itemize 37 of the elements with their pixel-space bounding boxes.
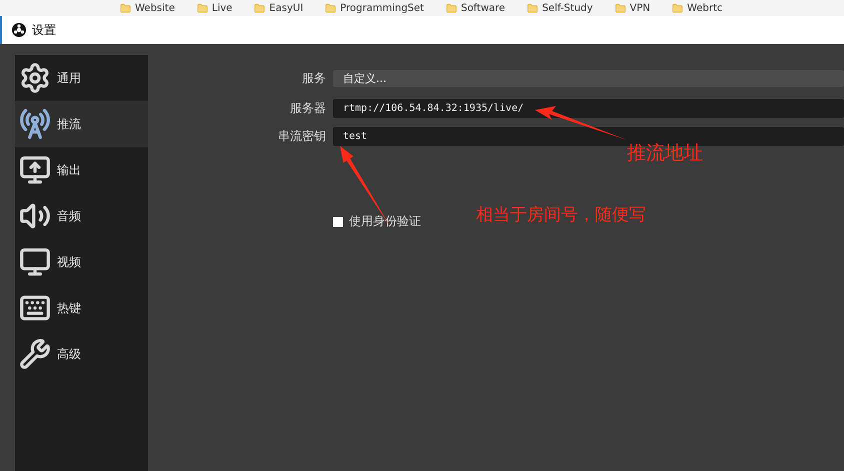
service-dropdown[interactable]: 自定义...	[333, 70, 844, 87]
window-title: 设置	[32, 22, 56, 38]
antenna-icon	[19, 108, 51, 140]
settings-icon	[19, 62, 51, 94]
monitor-icon	[19, 246, 51, 278]
bookmark[interactable]: Website	[120, 2, 175, 14]
sidebar-item[interactable]: 热键	[15, 285, 148, 331]
folder-icon	[325, 2, 336, 14]
folder-icon	[614, 2, 626, 14]
app-logo-icon	[12, 23, 26, 37]
field-label: 串流密钥	[277, 128, 327, 145]
bookmark[interactable]: Software	[446, 2, 506, 14]
folder-icon	[196, 2, 208, 14]
bookmark[interactable]: VPN	[614, 2, 650, 14]
folder-icon	[527, 2, 538, 14]
sidebar-item[interactable]: 音频	[15, 193, 148, 239]
annotation-text: 相当于房间号，随便写	[476, 204, 646, 226]
sidebar-item[interactable]: 高级	[15, 331, 148, 377]
bookmark[interactable]: Webrtc	[672, 2, 722, 14]
bookmark[interactable]: ProgrammingSet	[325, 2, 424, 14]
folder-icon	[120, 2, 131, 14]
folder-icon	[672, 2, 684, 14]
checkbox-box[interactable]	[333, 216, 343, 226]
field-label: 服务器	[289, 100, 327, 117]
bookmark[interactable]: Live	[196, 2, 232, 14]
sidebar-item[interactable]: 通用	[15, 55, 148, 101]
bookmark[interactable]: Self-Study	[527, 2, 593, 14]
folder-icon	[254, 2, 266, 14]
bookmark[interactable]: EasyUI	[254, 2, 304, 14]
field-label: 服务	[301, 70, 327, 87]
tools-icon	[19, 338, 51, 370]
sidebar-item[interactable]: 视频	[15, 239, 148, 285]
sidebar-item[interactable]: 输出	[15, 147, 148, 193]
folder-icon	[446, 2, 457, 14]
server-field[interactable]: rtmp://106.54.84.32:1935/live/	[333, 99, 844, 118]
sidebar-item[interactable]: 推流	[15, 101, 148, 147]
monitor-arrow-icon	[19, 154, 51, 186]
